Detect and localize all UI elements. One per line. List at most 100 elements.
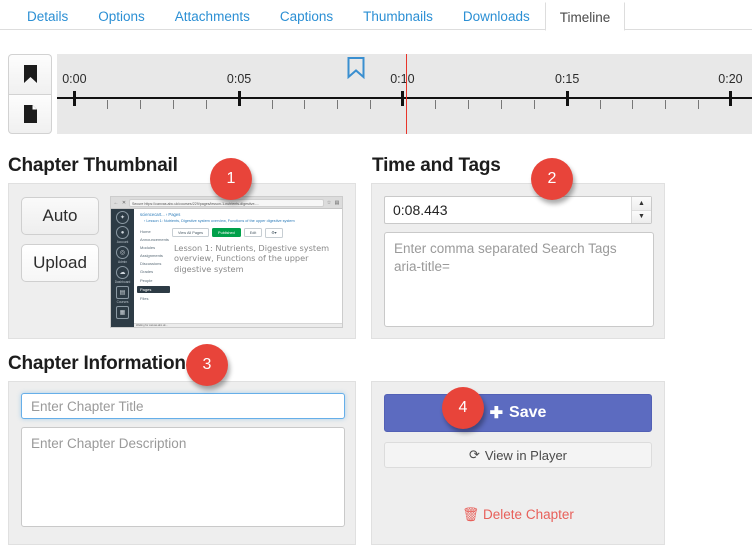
timeline-minor-tick [107, 100, 109, 109]
preview-nav-item: Home [140, 228, 151, 234]
chapter-description-textarea[interactable] [21, 427, 345, 527]
preview-nav-item: Discussions [140, 261, 162, 267]
timeline-minor-tick [599, 100, 601, 109]
timeline-major-tick [729, 91, 733, 106]
preview-secure-label: Secure [132, 201, 144, 206]
preview-calendar-icon: ▦ [116, 306, 129, 319]
preview-breadcrumb-sub: › Lesson 1: Nutrients, Digestive system … [144, 218, 295, 223]
step-badge-4: 4 [442, 387, 484, 429]
timeline-label-4: 0:20 [718, 72, 743, 86]
tab-thumbnails[interactable]: Thumbnails [348, 1, 448, 30]
timeline-side-buttons [8, 54, 52, 134]
delete-chapter-button[interactable]: 🗑 Delete Chapter [372, 507, 664, 523]
timeline-minor-tick [304, 100, 306, 109]
preview-star-icon: ☆ [326, 199, 332, 206]
tab-details[interactable]: Details [12, 1, 83, 30]
refresh-icon: ⟳ [468, 447, 480, 462]
chapter-thumbnail-preview[interactable]: ← ✕ Secure https://canvas.abc.uk/courses… [110, 196, 343, 328]
bookmark-icon [23, 65, 37, 83]
timeline-label-3: 0:15 [554, 72, 580, 86]
timeline-minor-tick [369, 100, 371, 109]
timeline-minor-tick [468, 100, 470, 109]
step-badge-1: 1 [210, 158, 252, 200]
tab-timeline[interactable]: Timeline [544, 2, 626, 31]
timeline-major-tick [73, 91, 77, 106]
save-chapter-button[interactable]: ✚ Save [384, 394, 652, 432]
search-tags-textarea[interactable] [384, 232, 654, 327]
timeline-minor-tick [697, 100, 699, 109]
add-page-button[interactable] [8, 94, 52, 134]
preview-nav-item: Announcements [140, 236, 169, 242]
timeline-minor-tick [632, 100, 634, 109]
preview-nav-item: Assignments [140, 253, 163, 259]
chapter-title-input[interactable] [21, 393, 345, 419]
preview-edit-button: Edit [243, 228, 263, 238]
timeline-label-1: 0:05 [226, 72, 252, 86]
preview-admin-icon: ◎ [116, 246, 129, 259]
preview-page-columns: Home Announcements Modules Assignments Discu… [134, 225, 342, 324]
timeline-ruler-area: 0:00 0:05 0:10 0:15 0:20 [0, 54, 752, 134]
preview-courses-icon: ▤ [116, 286, 129, 299]
chapter-actions-panel: ✚ Save ⟳ View in Player 🗑 Delete Chapter [371, 381, 665, 545]
time-and-tags-heading: Time and Tags [372, 155, 501, 176]
chapter-time-spinner-down[interactable]: ▼ [632, 210, 651, 223]
time-and-tags-panel: ▲ ▼ [371, 183, 665, 339]
add-bookmark-button[interactable] [8, 54, 52, 94]
preview-breadcrumb: sciencecart... › Pages › Lesson 1: Nutri… [134, 209, 342, 225]
preview-back-icon: ← [113, 199, 119, 206]
preview-view-all-pages-button: View All Pages [172, 228, 210, 238]
preview-page-content: View All Pages Published Edit ⚙▾ Lesson … [170, 225, 342, 324]
preview-page-title: Lesson 1: Nutrients, Digestive system ov… [174, 242, 330, 274]
trash-icon: 🗑 [462, 507, 480, 522]
preview-nav-admin-label: Admin [117, 260, 128, 264]
timeline-editor-page: Details Options Attachments Captions Thu… [0, 0, 752, 545]
timeline-minor-tick [501, 100, 503, 109]
plus-icon: ✚ [489, 405, 504, 422]
timeline-minor-tick [534, 100, 536, 109]
page-icon [23, 104, 37, 123]
preview-page-main: sciencecart... › Pages › Lesson 1: Nutri… [134, 209, 342, 327]
preview-nav-dashboard-label: Dashboard [114, 280, 131, 284]
view-in-player-button[interactable]: ⟳ View in Player [384, 442, 652, 468]
chapter-time-field[interactable]: ▲ ▼ [384, 196, 652, 224]
timeline-bookmark-marker[interactable] [346, 57, 365, 84]
tab-options[interactable]: Options [83, 1, 160, 30]
timeline-playhead[interactable] [405, 54, 407, 134]
timeline-ruler[interactable]: 0:00 0:05 0:10 0:15 0:20 [57, 54, 752, 134]
timeline-minor-tick [140, 100, 142, 109]
timeline-minor-tick [173, 100, 175, 109]
preview-account-icon: ● [116, 226, 129, 239]
preview-course-nav: Home Announcements Modules Assignments Discu… [134, 225, 170, 324]
chapter-time-input[interactable] [385, 197, 631, 223]
preview-gear-icon: ⚙▾ [265, 227, 283, 238]
preview-nav-account-label: Account [116, 240, 129, 244]
tab-bar-filler [625, 1, 752, 30]
timeline-label-2: 0:10 [390, 72, 415, 86]
tab-attachments[interactable]: Attachments [160, 1, 265, 30]
tab-captions[interactable]: Captions [265, 1, 348, 30]
preview-close-icon: ✕ [121, 199, 127, 206]
timeline-minor-tick [206, 100, 208, 109]
tab-downloads[interactable]: Downloads [448, 1, 545, 30]
thumbnail-upload-button[interactable]: Upload [21, 244, 99, 282]
preview-nav-item: Grades [140, 269, 154, 275]
tab-bar: Details Options Attachments Captions Thu… [0, 0, 752, 31]
chapter-time-spinner-up[interactable]: ▲ [632, 197, 651, 211]
preview-nav-item: Modules [140, 244, 156, 250]
preview-nav-courses-label: Courses [116, 300, 129, 304]
preview-global-nav: ✦ ● Account ◎ Admin ☁ Dashboard ▤ Course… [111, 209, 134, 327]
preview-nav-item: People [140, 277, 153, 283]
thumbnail-auto-button[interactable]: Auto [21, 197, 99, 235]
preview-nav-item: Pages [137, 285, 170, 294]
chapter-thumbnail-panel: Auto Upload ← ✕ Secure https://canvas.ab… [8, 183, 356, 339]
bookmark-outline-icon [347, 57, 365, 80]
save-button-label: Save [509, 404, 547, 421]
timeline-minor-tick [665, 100, 667, 109]
timeline-minor-tick [435, 100, 437, 109]
timeline-axis [57, 97, 752, 99]
delete-chapter-label: Delete Chapter [483, 507, 574, 522]
timeline-major-tick [566, 91, 570, 106]
preview-published-badge: Published [212, 228, 241, 238]
chapter-time-spinner: ▲ ▼ [631, 197, 651, 223]
preview-nav-item: Files [140, 296, 149, 302]
